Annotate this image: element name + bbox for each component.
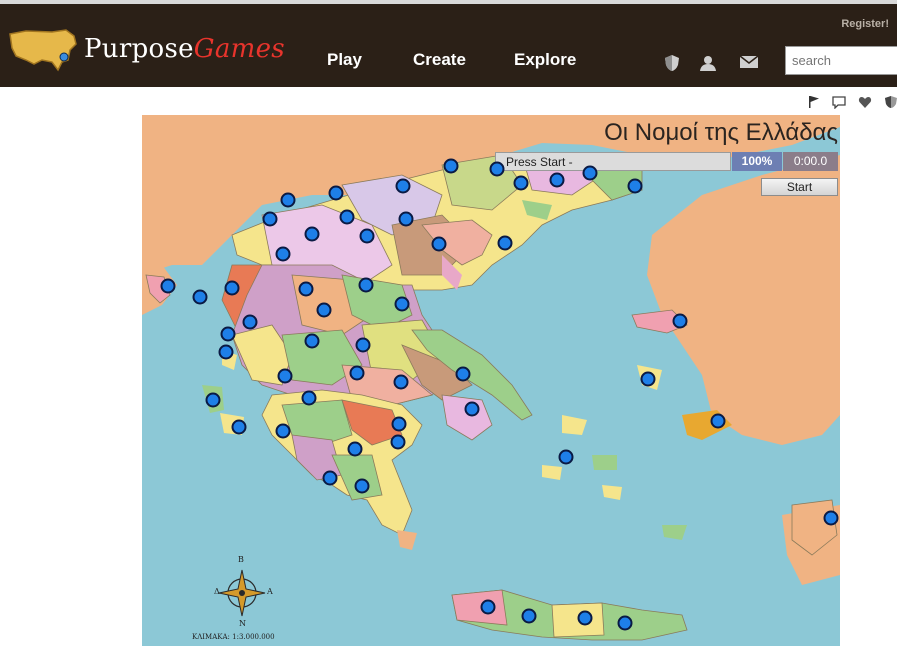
map-target-dot[interactable] <box>275 423 291 439</box>
percent-badge: 100% <box>732 152 782 171</box>
greece-map-game[interactable]: Β Δ Α Ν ΚΛΙΜΑΚΑ: 1:3.000.000 Οι Νομοί τη… <box>142 115 840 646</box>
map-target-dot[interactable] <box>497 235 513 251</box>
logo-wordmark: PurposeGames <box>84 34 285 64</box>
search-input[interactable] <box>785 46 897 75</box>
map-target-dot[interactable] <box>359 228 375 244</box>
nav-play[interactable]: Play <box>327 50 362 70</box>
map-target-dot[interactable] <box>231 419 247 435</box>
map-target-dot[interactable] <box>298 281 314 297</box>
map-target-dot[interactable] <box>513 175 529 191</box>
status-bar: Press Start - <box>495 152 731 171</box>
map-target-dot[interactable] <box>549 172 565 188</box>
map-target-dot[interactable] <box>347 441 363 457</box>
map-target-dot[interactable] <box>393 374 409 390</box>
map-scale: ΚΛΙΜΑΚΑ: 1:3.000.000 <box>192 633 275 641</box>
map-target-dot[interactable] <box>558 449 574 465</box>
map-target-dot[interactable] <box>617 615 633 631</box>
mail-icon[interactable] <box>739 54 759 72</box>
game-title: Οι Νομοί της Ελλάδας <box>604 119 838 146</box>
map-artwork <box>142 115 840 641</box>
map-target-dot[interactable] <box>328 185 344 201</box>
heart-icon[interactable] <box>858 95 872 109</box>
map-target-dot[interactable] <box>443 158 459 174</box>
nav-create[interactable]: Create <box>413 50 466 70</box>
map-target-dot[interactable] <box>431 236 447 252</box>
flag-icon[interactable] <box>807 95 821 109</box>
map-target-dot[interactable] <box>301 390 317 406</box>
nav-explore[interactable]: Explore <box>514 50 576 70</box>
map-target-dot[interactable] <box>582 165 598 181</box>
map-target-dot[interactable] <box>322 470 338 486</box>
map-target-dot[interactable] <box>391 416 407 432</box>
site-logo[interactable]: PurposeGames <box>6 24 285 74</box>
map-target-dot[interactable] <box>390 434 406 450</box>
compass-west: Δ <box>214 587 220 596</box>
map-target-dot[interactable] <box>316 302 332 318</box>
comment-icon[interactable] <box>832 95 846 110</box>
map-target-dot[interactable] <box>710 413 726 429</box>
map-target-dot[interactable] <box>304 226 320 242</box>
map-target-dot[interactable] <box>262 211 278 227</box>
map-target-dot[interactable] <box>464 401 480 417</box>
shield-icon[interactable] <box>884 95 897 109</box>
timer: 0:00.0 <box>783 152 838 171</box>
map-target-dot[interactable] <box>339 209 355 225</box>
map-target-dot[interactable] <box>577 610 593 626</box>
register-link[interactable]: Register! <box>841 18 889 30</box>
map-target-dot[interactable] <box>218 344 234 360</box>
map-target-dot[interactable] <box>672 313 688 329</box>
map-target-dot[interactable] <box>220 326 236 342</box>
compass-north: Β <box>238 555 244 564</box>
map-target-dot[interactable] <box>521 608 537 624</box>
map-target-dot[interactable] <box>627 178 643 194</box>
map-target-dot[interactable] <box>160 278 176 294</box>
map-target-dot[interactable] <box>394 296 410 312</box>
map-target-dot[interactable] <box>640 371 656 387</box>
compass-south: Ν <box>239 619 246 628</box>
map-target-dot[interactable] <box>455 366 471 382</box>
map-target-dot[interactable] <box>355 337 371 353</box>
shield-icon[interactable] <box>664 54 682 72</box>
compass-east: Α <box>267 587 273 596</box>
map-target-dot[interactable] <box>242 314 258 330</box>
site-header: PurposeGames Play Create Explore Registe… <box>0 0 897 87</box>
map-target-dot[interactable] <box>349 365 365 381</box>
usa-map-logo-icon <box>6 26 80 72</box>
map-target-dot[interactable] <box>354 478 370 494</box>
compass-rose-icon <box>218 569 266 617</box>
map-target-dot[interactable] <box>823 510 839 526</box>
start-button[interactable]: Start <box>761 178 838 196</box>
user-icon[interactable] <box>699 54 717 72</box>
map-target-dot[interactable] <box>304 333 320 349</box>
map-target-dot[interactable] <box>224 280 240 296</box>
map-target-dot[interactable] <box>480 599 496 615</box>
map-target-dot[interactable] <box>489 161 505 177</box>
map-target-dot[interactable] <box>205 392 221 408</box>
map-target-dot[interactable] <box>395 178 411 194</box>
map-target-dot[interactable] <box>280 192 296 208</box>
map-target-dot[interactable] <box>192 289 208 305</box>
map-target-dot[interactable] <box>358 277 374 293</box>
map-target-dot[interactable] <box>398 211 414 227</box>
map-target-dot[interactable] <box>277 368 293 384</box>
map-target-dot[interactable] <box>275 246 291 262</box>
